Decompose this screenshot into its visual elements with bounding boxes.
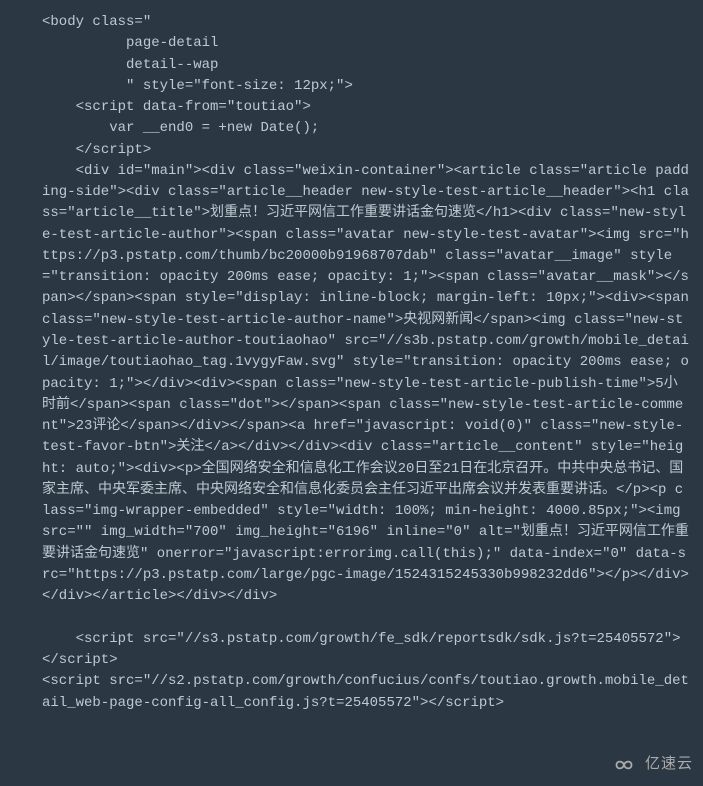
code-content[interactable]: <body class=" page-detail detail--wap " … xyxy=(42,12,689,714)
watermark: 亿速云 xyxy=(609,753,693,776)
watermark-text: 亿速云 xyxy=(645,753,693,776)
infinity-icon xyxy=(609,756,639,774)
code-panel[interactable]: <body class=" page-detail detail--wap " … xyxy=(28,0,703,786)
code-editor-viewport: <body class=" page-detail detail--wap " … xyxy=(0,0,703,786)
